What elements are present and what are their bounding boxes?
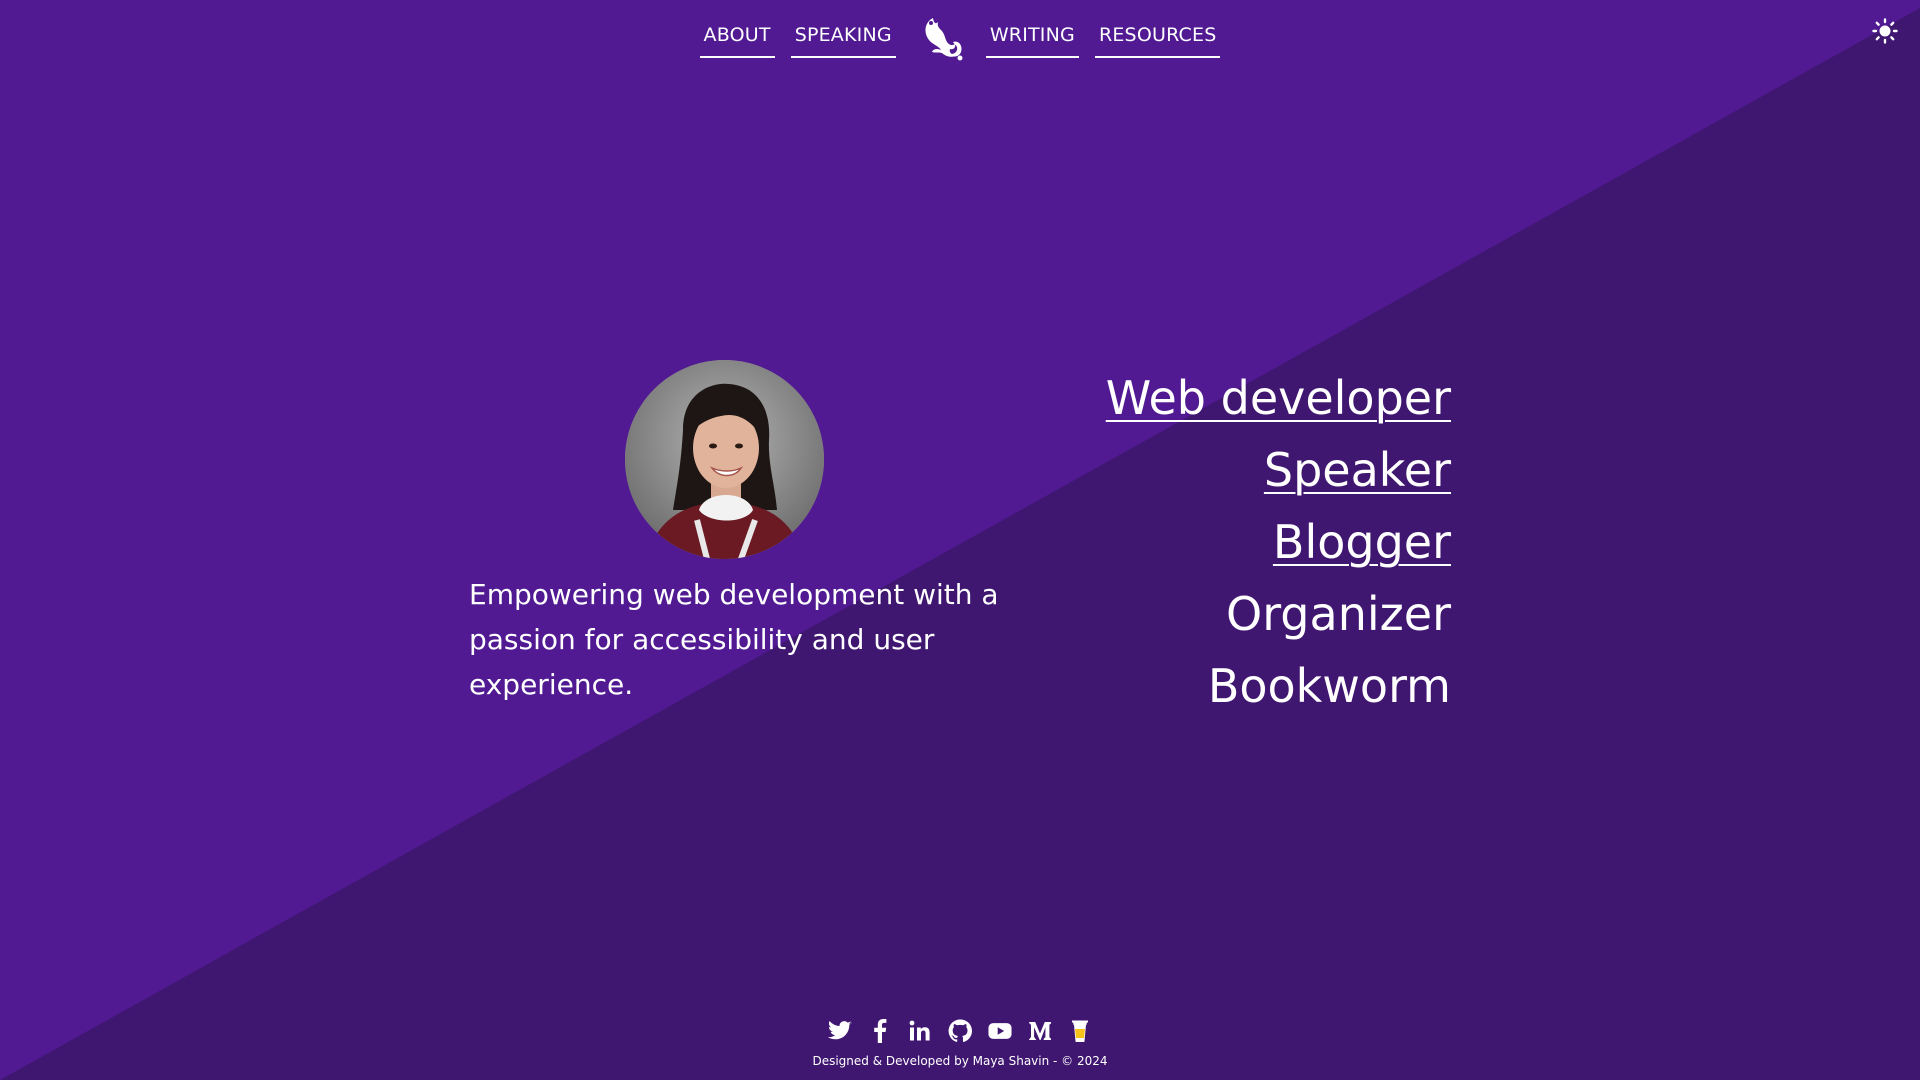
twitter-icon[interactable] [828, 1019, 852, 1043]
role-speaker-link[interactable]: Speaker [1106, 434, 1451, 506]
sun-icon[interactable] [1872, 18, 1898, 44]
footer-credit: Designed & Developed by Maya Shavin - © … [812, 1054, 1108, 1068]
squirrel-logo-icon[interactable] [914, 12, 970, 62]
github-icon[interactable] [948, 1019, 972, 1043]
role-web-developer-link[interactable]: Web developer [1106, 362, 1451, 434]
role-blogger-link[interactable]: Blogger [1106, 506, 1451, 578]
nav-link-resources[interactable]: RESOURCES [1094, 12, 1221, 58]
hero-tagline: Empowering web development with a passio… [469, 578, 999, 701]
nav-link-about[interactable]: ABOUT [699, 12, 775, 58]
linkedin-icon[interactable] [908, 1019, 932, 1043]
role-bookworm: Bookworm [1207, 659, 1451, 713]
medium-icon[interactable] [1028, 1019, 1052, 1043]
nav-link-speaking[interactable]: SPEAKING [790, 12, 896, 58]
youtube-icon[interactable] [988, 1019, 1012, 1043]
nav-link-writing[interactable]: WRITING [985, 12, 1079, 58]
roles-list: Web developer Speaker Blogger Organizer … [1106, 362, 1451, 722]
main-nav: ABOUT SPEAKING WRITING RESOURCES [0, 12, 1920, 62]
role-organizer: Organizer [1226, 587, 1451, 641]
coffee-cup-icon[interactable] [1068, 1019, 1092, 1043]
profile-photo [625, 360, 824, 559]
social-links [0, 1019, 1920, 1043]
background-diagonal [0, 0, 1920, 1080]
facebook-icon[interactable] [868, 1019, 892, 1043]
